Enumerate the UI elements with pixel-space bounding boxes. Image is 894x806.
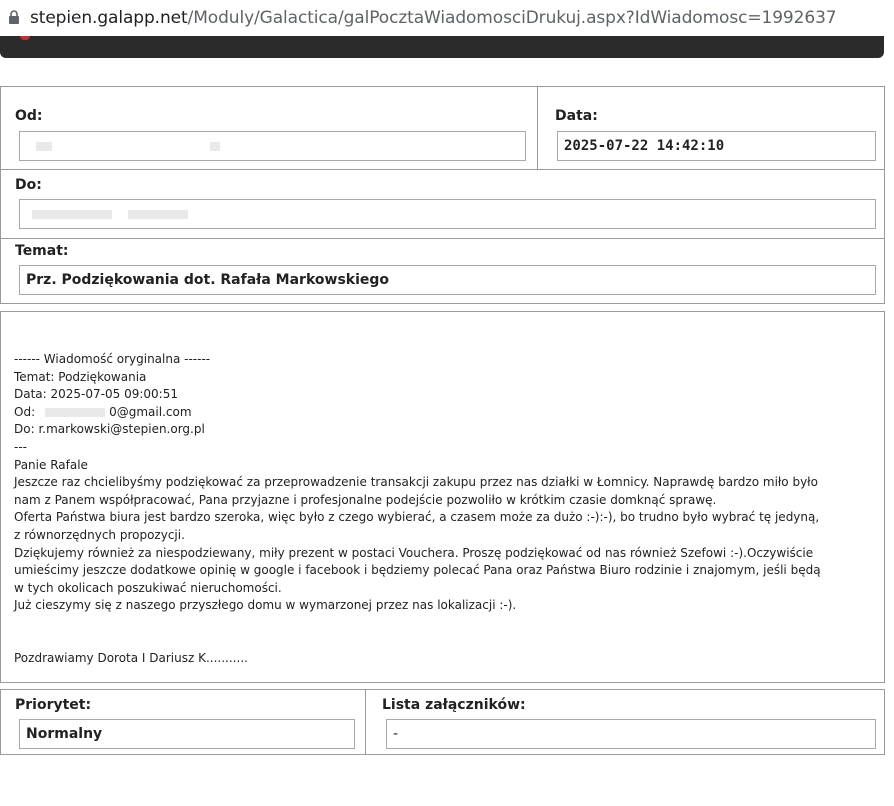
- to-label: Do:: [15, 177, 42, 193]
- page-top-bar: [0, 36, 884, 58]
- browser-address-bar[interactable]: stepien.galapp.net/Moduly/Galactica/galP…: [0, 0, 894, 36]
- priority-field[interactable]: Normalny: [19, 719, 355, 749]
- body-line: Oferta Państwa biura jest bardzo szeroka…: [14, 510, 820, 525]
- orig-date: Data: 2025-07-05 09:00:51: [14, 387, 178, 402]
- separator: ---: [14, 439, 27, 454]
- message-body: ------ Wiadomość oryginalna ------ Temat…: [14, 351, 876, 668]
- orig-from: Od: 0@gmail.com: [14, 404, 192, 419]
- body-line: Już cieszymy się z naszego przyszłego do…: [14, 598, 517, 613]
- orig-subject: Temat: Podziękowania: [14, 369, 147, 384]
- date-label: Data:: [555, 108, 598, 124]
- orig-to: Do: r.markowski@stepien.org.pl: [14, 422, 205, 437]
- date-field[interactable]: 2025-07-22 14:42:10: [557, 131, 876, 161]
- body-line: umieścimy jeszcze dodatkowe opinię w goo…: [14, 563, 821, 578]
- body-line: Jeszcze raz chcielibyśmy podziękować za …: [14, 475, 818, 490]
- body-line: w tych okolicach poszukiwać nieruchomośc…: [14, 580, 282, 595]
- body-line: nam z Panem współpracować, Pana przyjazn…: [14, 492, 717, 507]
- orig-header: ------ Wiadomość oryginalna ------: [14, 352, 211, 366]
- priority-label: Priorytet:: [15, 697, 92, 713]
- body-line: z równorzędnych propozycji.: [14, 527, 185, 542]
- signature: Pozdrawiamy Dorota I Dariusz K..........…: [14, 651, 248, 666]
- attachments-label: Lista załączników:: [382, 697, 526, 713]
- from-label: Od:: [15, 108, 43, 124]
- to-field[interactable]: [19, 199, 876, 229]
- from-field[interactable]: [19, 131, 526, 161]
- attachments-field[interactable]: -: [386, 719, 876, 749]
- subject-label: Temat:: [15, 243, 69, 259]
- lock-icon: [9, 10, 19, 24]
- url-host: stepien.galapp.net: [30, 8, 188, 28]
- subject-field[interactable]: Prz. Podziękowania dot. Rafała Markowski…: [19, 265, 876, 295]
- greeting: Panie Rafale: [14, 457, 88, 472]
- url-text[interactable]: stepien.galapp.net/Moduly/Galactica/galP…: [30, 8, 837, 28]
- url-path: /Moduly/Galactica/galPocztaWiadomosciDru…: [187, 8, 837, 28]
- body-line: Dziękujemy również za niespodziewany, mi…: [14, 545, 814, 560]
